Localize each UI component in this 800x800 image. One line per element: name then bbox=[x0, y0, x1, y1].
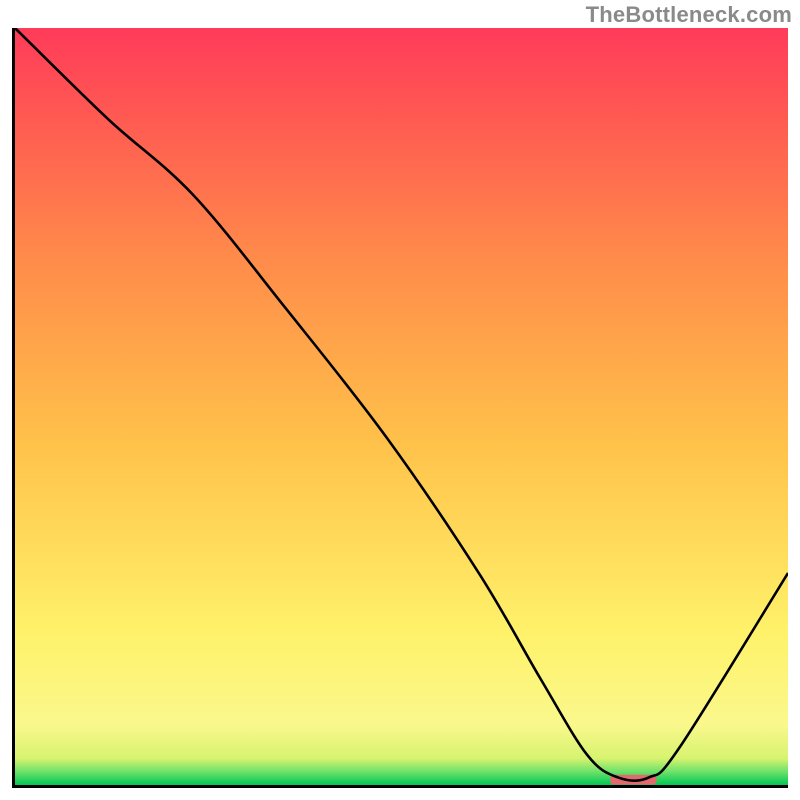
plot-svg bbox=[15, 28, 788, 785]
chart-frame: TheBottleneck.com bbox=[0, 0, 800, 800]
plot-area bbox=[12, 28, 788, 788]
watermark-text: TheBottleneck.com bbox=[586, 2, 792, 28]
background-rect bbox=[15, 28, 788, 785]
